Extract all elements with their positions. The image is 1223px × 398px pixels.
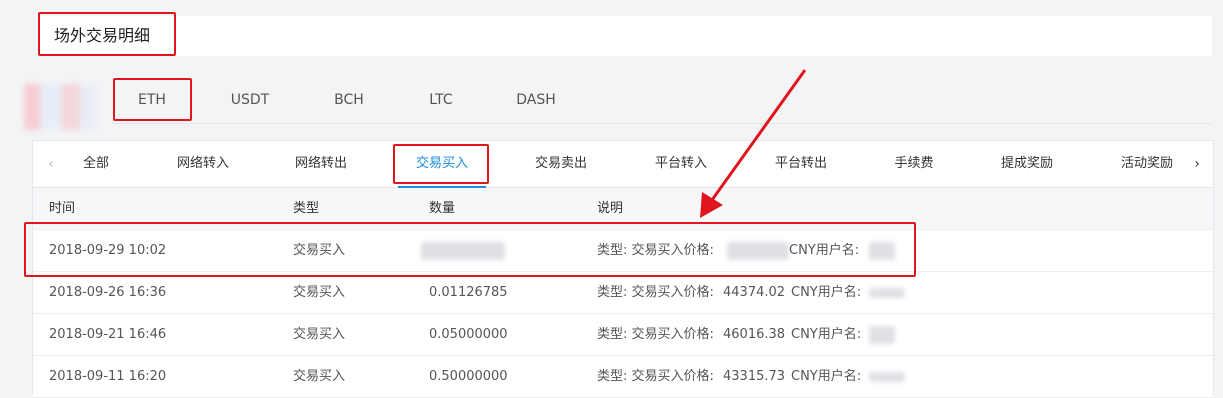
chevron-right-icon[interactable]: › bbox=[1187, 141, 1207, 187]
row-desc-suffix: CNY用户名: bbox=[791, 285, 862, 300]
row-amount: 0.01126785 bbox=[429, 285, 508, 300]
row-desc-prefix: 类型: 交易买入价格: bbox=[597, 327, 714, 342]
column-header-description: 说明 bbox=[597, 201, 624, 216]
row-time: 2018-09-11 16:20 bbox=[49, 369, 167, 384]
row-price: 46016.38 bbox=[723, 327, 786, 342]
row-desc-suffix: CNY用户名: bbox=[789, 243, 860, 258]
redacted-username bbox=[869, 242, 895, 260]
row-time: 2018-09-21 16:46 bbox=[49, 327, 167, 342]
tab-trade-buy[interactable]: 交易买入 bbox=[398, 141, 486, 188]
row-desc-prefix: 类型: 交易买入价格: bbox=[597, 243, 714, 258]
row-desc-prefix: 类型: 交易买入价格: bbox=[597, 369, 714, 384]
coin-tab-bch[interactable]: BCH bbox=[312, 78, 386, 122]
table-row: 2018-09-26 16:36 交易买入 0.01126785 类型: 交易买… bbox=[33, 272, 1213, 314]
coin-tabs-divider bbox=[112, 123, 1212, 124]
tab-trade-sell[interactable]: 交易卖出 bbox=[531, 141, 591, 187]
tab-platform-in[interactable]: 平台转入 bbox=[651, 141, 711, 187]
coin-tab-dash[interactable]: DASH bbox=[496, 78, 576, 122]
row-type: 交易买入 bbox=[293, 243, 346, 258]
row-time: 2018-09-26 16:36 bbox=[49, 285, 167, 300]
coin-tab-usdt[interactable]: USDT bbox=[212, 78, 288, 122]
records-panel: ‹ 全部 网络转入 网络转出 交易买入 交易卖出 平台转入 平台转出 手续费 提… bbox=[32, 140, 1214, 398]
tab-platform-out[interactable]: 平台转出 bbox=[771, 141, 831, 187]
coin-tab-eth[interactable]: ETH bbox=[112, 78, 192, 122]
row-time: 2018-09-29 10:02 bbox=[49, 243, 167, 258]
tab-commission-reward[interactable]: 提成奖励 bbox=[997, 141, 1057, 187]
redacted-username bbox=[869, 372, 905, 382]
type-tabs: ‹ 全部 网络转入 网络转出 交易买入 交易卖出 平台转入 平台转出 手续费 提… bbox=[33, 140, 1213, 188]
coin-tab-ltc[interactable]: LTC bbox=[404, 78, 478, 122]
redacted-price bbox=[727, 242, 789, 260]
row-type: 交易买入 bbox=[293, 285, 346, 300]
table-row: 2018-09-21 16:46 交易买入 0.05000000 类型: 交易买… bbox=[33, 314, 1213, 356]
table-header: 时间 类型 数量 说明 bbox=[33, 188, 1213, 230]
table-row: 2018-09-29 10:02 交易买入 类型: 交易买入价格: CNY用户名… bbox=[33, 230, 1213, 272]
table-row: 2018-09-11 16:20 交易买入 0.50000000 类型: 交易买… bbox=[33, 356, 1213, 398]
page-title: 场外交易明细 bbox=[54, 26, 151, 45]
row-type: 交易买入 bbox=[293, 369, 346, 384]
tab-network-in[interactable]: 网络转入 bbox=[173, 141, 233, 187]
column-header-type: 类型 bbox=[293, 201, 320, 216]
column-header-amount: 数量 bbox=[429, 201, 456, 216]
row-desc-prefix: 类型: 交易买入价格: bbox=[597, 285, 714, 300]
chevron-left-icon[interactable]: ‹ bbox=[41, 141, 61, 187]
row-amount: 0.05000000 bbox=[429, 327, 508, 342]
row-type: 交易买入 bbox=[293, 327, 346, 342]
column-header-time: 时间 bbox=[49, 201, 76, 216]
row-amount: 0.50000000 bbox=[429, 369, 508, 384]
redacted-username bbox=[869, 288, 905, 298]
redacted-amount bbox=[421, 242, 505, 260]
row-price: 43315.73 bbox=[723, 369, 786, 384]
avatar bbox=[24, 84, 96, 130]
row-price: 44374.02 bbox=[723, 285, 786, 300]
tab-activity-reward[interactable]: 活动奖励 bbox=[1117, 141, 1177, 187]
page-header: 场外交易明细 bbox=[38, 16, 1212, 56]
tab-fee[interactable]: 手续费 bbox=[891, 141, 937, 187]
row-desc-suffix: CNY用户名: bbox=[791, 327, 862, 342]
redacted-username bbox=[869, 326, 895, 344]
tab-all[interactable]: 全部 bbox=[73, 141, 119, 187]
tab-network-out[interactable]: 网络转出 bbox=[291, 141, 351, 187]
row-desc-suffix: CNY用户名: bbox=[791, 369, 862, 384]
